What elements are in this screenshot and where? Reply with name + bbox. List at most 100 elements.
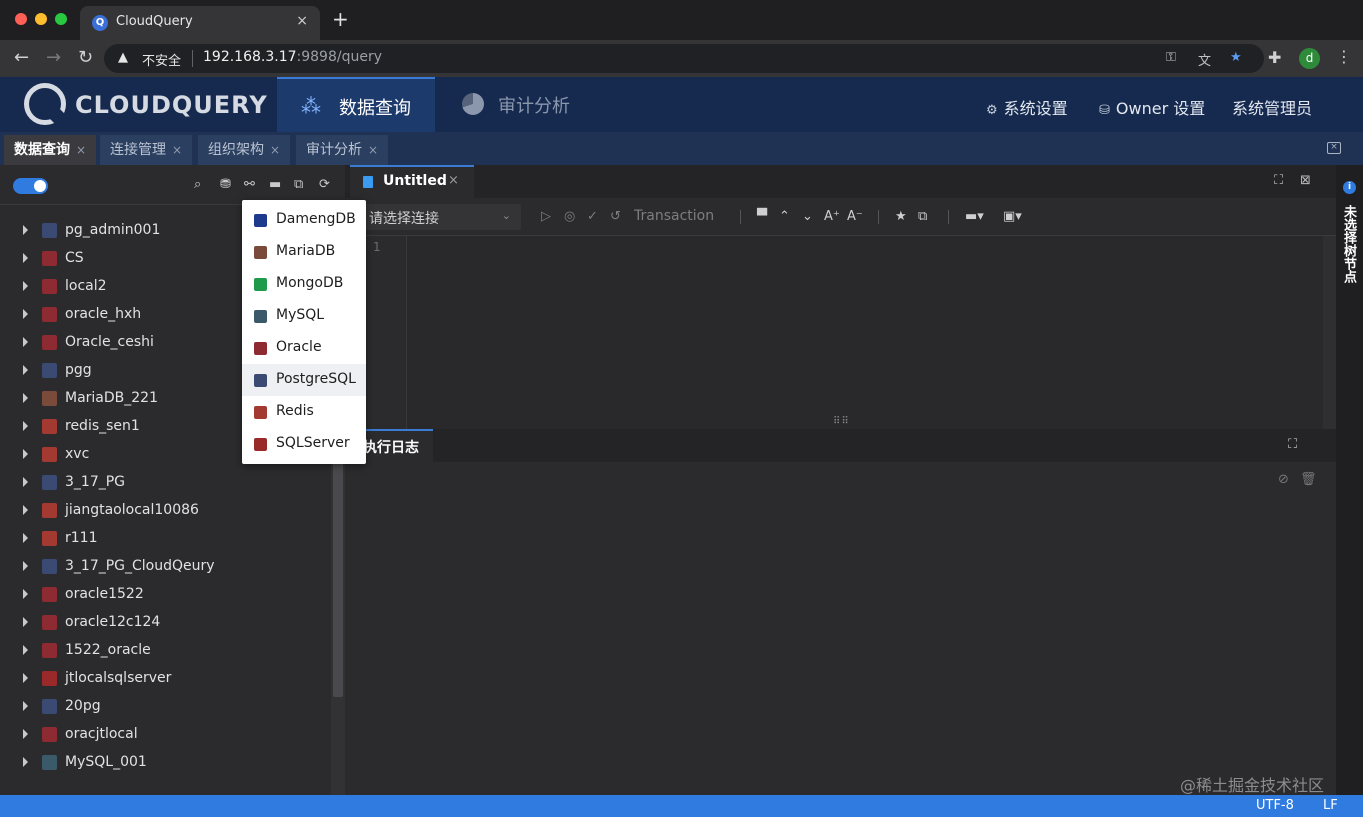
- favorite-star-icon[interactable]: ★: [895, 209, 907, 224]
- expand-caret-icon[interactable]: [23, 253, 28, 263]
- menu-item-mongodb[interactable]: MongoDB: [242, 268, 366, 300]
- commit-check-icon[interactable]: ✓: [587, 209, 598, 224]
- trash-icon[interactable]: 🗑: [1300, 472, 1317, 487]
- nav-data-query[interactable]: ⁂ 数据查询: [277, 77, 435, 132]
- url-text[interactable]: 192.168.3.17:9898/query: [203, 49, 382, 65]
- info-icon[interactable]: i: [1343, 181, 1356, 194]
- encoding-indicator[interactable]: UTF-8: [1256, 798, 1294, 813]
- tree-item[interactable]: oracle12c124: [0, 609, 330, 637]
- sys-admin-menu[interactable]: 系统管理员: [1232, 95, 1312, 119]
- snippet-icon[interactable]: ⧉: [918, 209, 927, 224]
- owner-settings-button[interactable]: ⛁ Owner 设置: [1099, 95, 1205, 119]
- maximize-window-button[interactable]: [55, 13, 67, 25]
- expand-caret-icon[interactable]: [23, 337, 28, 347]
- connection-select[interactable]: 请选择连接 ⌄: [359, 204, 521, 230]
- font-increase-icon[interactable]: A⁺: [824, 209, 840, 224]
- menu-item-dameng[interactable]: DamengDB: [242, 204, 366, 236]
- expand-caret-icon[interactable]: [23, 533, 28, 543]
- stop-icon[interactable]: ◎: [564, 209, 575, 224]
- close-icon[interactable]: ×: [76, 143, 86, 157]
- tree-item[interactable]: r111: [0, 525, 330, 553]
- close-icon[interactable]: ×: [368, 143, 378, 157]
- rollback-icon[interactable]: ↺: [610, 209, 621, 224]
- key-icon[interactable]: ⚿: [1166, 50, 1176, 65]
- module-tab-data-query[interactable]: 数据查询 ×: [4, 135, 97, 165]
- expand-caret-icon[interactable]: [23, 477, 28, 487]
- menu-item-postgresql[interactable]: PostgreSQL: [242, 364, 366, 396]
- transaction-dropdown[interactable]: Transaction: [634, 208, 714, 224]
- expand-caret-icon[interactable]: [23, 673, 28, 683]
- editor-tab-untitled[interactable]: Untitled ×: [350, 165, 474, 198]
- forward-icon[interactable]: →: [46, 48, 61, 68]
- theme-toggle-switch[interactable]: [13, 178, 48, 194]
- expand-caret-icon[interactable]: [23, 449, 28, 459]
- expand-caret-icon[interactable]: [23, 309, 28, 319]
- expand-caret-icon[interactable]: [23, 617, 28, 627]
- collapse-up-icon[interactable]: ⌃: [779, 209, 790, 224]
- close-icon[interactable]: ×: [448, 173, 459, 188]
- reload-icon[interactable]: ↻: [78, 48, 93, 68]
- tree-item[interactable]: jtlocalsqlserver: [0, 665, 330, 693]
- search-icon[interactable]: ⌕: [194, 177, 201, 192]
- module-tab-connections[interactable]: 连接管理 ×: [100, 135, 193, 165]
- font-decrease-icon[interactable]: A⁻: [847, 209, 863, 224]
- open-folder-icon[interactable]: ▬▾: [965, 209, 984, 224]
- add-connection-icon[interactable]: ⚯: [244, 177, 255, 192]
- extensions-icon[interactable]: ✚: [1268, 48, 1281, 67]
- tree-item[interactable]: oracjtlocal: [0, 721, 330, 749]
- warning-icon[interactable]: ▲: [118, 50, 128, 65]
- expand-caret-icon[interactable]: [23, 393, 28, 403]
- tree-item[interactable]: 3_17_PG: [0, 469, 330, 497]
- tree-item[interactable]: 20pg: [0, 693, 330, 721]
- security-label[interactable]: 不安全: [142, 50, 181, 69]
- back-icon[interactable]: ←: [14, 48, 29, 68]
- expand-caret-icon[interactable]: [23, 729, 28, 739]
- module-tab-organization[interactable]: 组织架构 ×: [198, 135, 291, 165]
- menu-item-mariadb[interactable]: MariaDB: [242, 236, 366, 268]
- menu-item-sqlserver[interactable]: SQLServer: [242, 428, 366, 460]
- sql-code-editor[interactable]: [407, 236, 1323, 429]
- expand-caret-icon[interactable]: [23, 281, 28, 291]
- expand-caret-icon[interactable]: [23, 701, 28, 711]
- pane-resize-handle[interactable]: ⠿⠿: [833, 416, 850, 427]
- translate-icon[interactable]: 文: [1198, 50, 1211, 69]
- new-folder-icon[interactable]: ▬: [269, 177, 281, 192]
- close-all-tabs-icon[interactable]: ×: [1327, 142, 1341, 154]
- filter-clear-icon[interactable]: ⊘: [1278, 472, 1289, 487]
- minimize-window-button[interactable]: [35, 13, 47, 25]
- expand-caret-icon[interactable]: [23, 645, 28, 655]
- format-icon[interactable]: ▀: [757, 209, 767, 224]
- expand-caret-icon[interactable]: [23, 365, 28, 375]
- menu-item-oracle[interactable]: Oracle: [242, 332, 366, 364]
- module-tab-audit[interactable]: 审计分析 ×: [296, 135, 389, 165]
- maximize-icon[interactable]: ⛶: [1274, 173, 1283, 188]
- tree-item[interactable]: 3_17_PG_CloudQeury: [0, 553, 330, 581]
- close-icon[interactable]: ×: [270, 143, 280, 157]
- browser-tab[interactable]: Q CloudQuery ×: [80, 6, 320, 40]
- menu-item-redis[interactable]: Redis: [242, 396, 366, 428]
- expand-caret-icon[interactable]: [23, 589, 28, 599]
- system-settings-button[interactable]: ⚙ 系统设置: [986, 95, 1068, 119]
- tree-item[interactable]: oracle1522: [0, 581, 330, 609]
- expand-caret-icon[interactable]: [23, 561, 28, 571]
- save-icon[interactable]: ▣▾: [1003, 209, 1022, 224]
- run-icon[interactable]: ▷: [541, 209, 551, 224]
- tree-item[interactable]: MySQL_001: [0, 749, 330, 777]
- close-window-button[interactable]: [15, 13, 27, 25]
- bookmark-star-icon[interactable]: ★: [1230, 50, 1242, 65]
- browser-tab-close-icon[interactable]: ×: [296, 13, 308, 29]
- profile-avatar[interactable]: d: [1299, 48, 1320, 69]
- log-maximize-icon[interactable]: ⛶: [1288, 437, 1297, 452]
- browser-menu-icon[interactable]: ⋮: [1336, 47, 1352, 66]
- expand-caret-icon[interactable]: [23, 505, 28, 515]
- add-database-icon[interactable]: ⛃: [220, 177, 231, 192]
- close-all-editors-icon[interactable]: ⊠: [1300, 173, 1311, 188]
- editor-scrollbar[interactable]: [1323, 236, 1336, 429]
- tree-item[interactable]: 1522_oracle: [0, 637, 330, 665]
- tree-item[interactable]: jiangtaolocal10086: [0, 497, 330, 525]
- line-ending-indicator[interactable]: LF: [1323, 798, 1338, 813]
- expand-caret-icon[interactable]: [23, 225, 28, 235]
- address-bar[interactable]: ▲ 不安全 192.168.3.17:9898/query ⚿ 文 ★: [104, 44, 1264, 73]
- no-node-selected-label[interactable]: 未选择树节点: [1341, 205, 1358, 283]
- collapse-all-icon[interactable]: ⧉: [294, 177, 303, 192]
